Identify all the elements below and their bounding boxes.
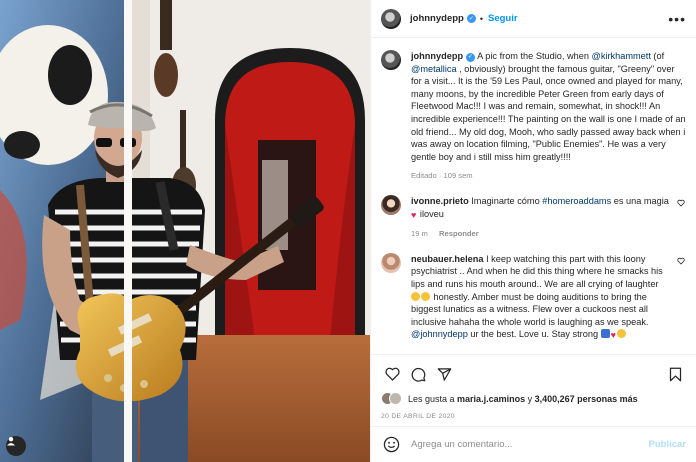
caption-author-avatar[interactable] xyxy=(381,50,401,70)
smile-emoji-icon xyxy=(616,329,626,339)
comment-text: Imaginarte cómo xyxy=(471,195,543,206)
laughing-emoji-icon xyxy=(411,291,420,301)
share-icon[interactable] xyxy=(433,363,455,385)
author-username[interactable]: johnnydepp xyxy=(410,13,464,24)
reply-button[interactable]: Responder xyxy=(439,229,479,238)
header-separator: • xyxy=(479,13,483,24)
heart-icon[interactable] xyxy=(381,363,403,385)
hashtag-link[interactable]: #homeroaddams xyxy=(542,196,611,206)
add-comment-bar: Publicar xyxy=(371,426,696,462)
heart-emoji-icon: ♥ xyxy=(610,330,616,341)
verified-icon: ✓ xyxy=(466,14,476,23)
likes-prefix: Les gusta a xyxy=(408,393,458,404)
post-photo[interactable] xyxy=(0,0,370,462)
photo-illustration xyxy=(0,0,370,462)
comment-time: 19 m xyxy=(411,229,428,239)
post-date[interactable]: 20 DE ABRIL DE 2020 xyxy=(381,413,686,420)
caption-text-2: (of xyxy=(650,51,665,61)
caption-entry: johnnydepp ✓ A pic from the Studio, when … xyxy=(381,50,686,183)
author-avatar[interactable] xyxy=(381,8,401,29)
commenter-avatar[interactable] xyxy=(381,194,401,215)
caption-body: johnnydepp ✓ A pic from the Studio, when … xyxy=(411,50,686,183)
follow-button[interactable]: Seguir xyxy=(488,13,518,24)
caption-meta: Editado · 109 sem xyxy=(411,171,473,181)
post-actions-area: Les gusta a maria.j.caminos y 3,400,267 … xyxy=(371,354,696,426)
comment-text-2: honestly. Amber must be doing auditions … xyxy=(411,291,649,327)
likes-middle: y xyxy=(525,393,535,404)
user-tag-icon[interactable] xyxy=(6,436,26,456)
caption-author-username[interactable]: johnnydepp xyxy=(411,51,463,61)
comment-meta: 19 m Responder xyxy=(411,228,670,241)
action-bar xyxy=(381,363,686,385)
commenter-username[interactable]: neubauer.helena xyxy=(411,254,484,264)
commenter-avatar[interactable] xyxy=(381,252,401,273)
commenter-username[interactable]: ivonne.prieto xyxy=(411,196,469,206)
liker-username[interactable]: maria.j.caminos xyxy=(457,394,525,404)
emoji-icon[interactable] xyxy=(381,435,401,455)
comment-input[interactable] xyxy=(411,439,649,450)
comment-text-2: es una magia xyxy=(611,195,669,206)
post-modal: johnnydepp ✓ • Seguir ••• johnnydepp ✓ A … xyxy=(0,0,696,462)
comment-item: neubauer.helena I keep watching this par… xyxy=(381,252,686,342)
comment-text-3: ur the best. Love u. Stay strong xyxy=(467,329,599,340)
post-header: johnnydepp ✓ • Seguir ••• xyxy=(371,0,696,38)
comment-text-3: iloveu xyxy=(417,208,444,219)
heart-emoji-icon: ♥ xyxy=(411,209,417,220)
flag-emoji-icon xyxy=(600,329,610,339)
caption-verified-icon: ✓ xyxy=(466,52,476,62)
comments-list[interactable]: johnnydepp ✓ A pic from the Studio, when … xyxy=(371,38,696,354)
likes-summary: Les gusta a maria.j.caminos y 3,400,267 … xyxy=(381,392,686,405)
mention-metallica[interactable]: @metallica xyxy=(411,64,457,74)
comment-like-icon[interactable] xyxy=(676,199,686,207)
publish-button[interactable]: Publicar xyxy=(649,439,687,450)
comment-body: neubauer.helena I keep watching this par… xyxy=(411,253,670,342)
post-side-panel: johnnydepp ✓ • Seguir ••• johnnydepp ✓ A … xyxy=(370,0,696,462)
liker-avatar xyxy=(389,392,402,405)
likes-text[interactable]: Les gusta a maria.j.caminos y 3,400,267 … xyxy=(408,394,638,404)
caption-text-1: A pic from the Studio, when xyxy=(477,51,592,61)
more-options-button[interactable]: ••• xyxy=(668,11,686,27)
mention-kirkhammett[interactable]: @kirkhammett xyxy=(592,51,651,61)
caption-text-3: , obviously) brought the famous guitar, … xyxy=(411,63,686,162)
laughing-emoji-icon xyxy=(421,291,430,301)
mention-johnnydepp[interactable]: @johnnydepp xyxy=(411,329,468,339)
likes-count[interactable]: 3,400,267 personas más xyxy=(535,394,638,404)
save-icon[interactable] xyxy=(664,363,686,385)
comment-item: ivonne.prieto Imaginarte cómo #homeroadd… xyxy=(381,194,686,241)
comment-like-icon[interactable] xyxy=(676,257,686,265)
comment-icon[interactable] xyxy=(407,363,429,385)
comment-body: ivonne.prieto Imaginarte cómo #homeroadd… xyxy=(411,195,670,241)
